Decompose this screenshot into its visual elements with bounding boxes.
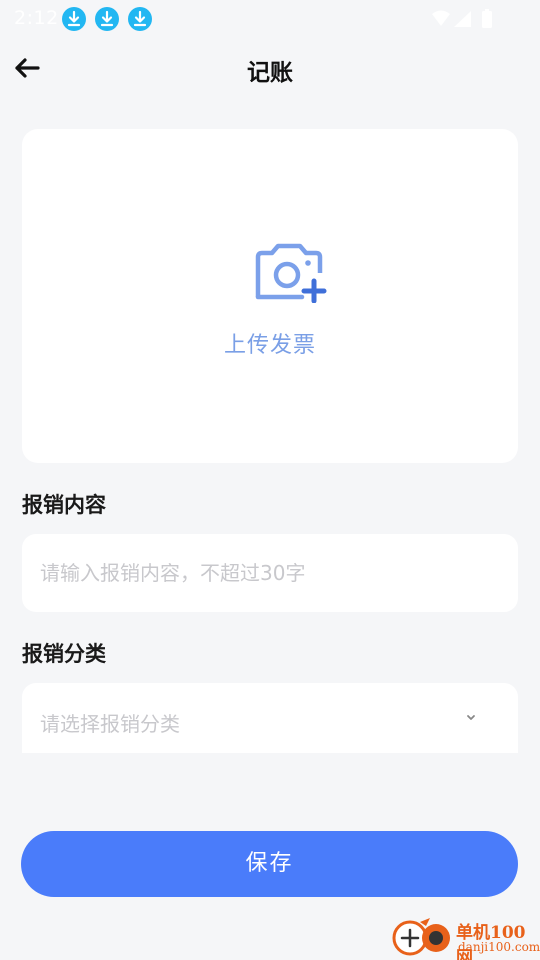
app-header: 记账 <box>0 40 540 96</box>
watermark-logo-icon <box>392 918 450 956</box>
status-bar: 2:12 <box>0 0 540 36</box>
watermark: 单机100网 danji100.com <box>390 912 540 960</box>
camera-plus-icon <box>255 243 327 303</box>
watermark-url: danji100.com <box>458 940 540 954</box>
download-icon <box>128 7 152 31</box>
save-button[interactable]: 保存 <box>21 831 518 897</box>
download-icon <box>95 7 119 31</box>
battery-icon <box>482 11 492 28</box>
content-field <box>22 534 518 612</box>
content-input[interactable] <box>22 534 518 612</box>
category-select[interactable]: 请选择报销分类 <box>22 683 518 753</box>
system-status-icons <box>430 8 500 30</box>
upload-invoice-label: 上传发票 <box>223 333 316 358</box>
chevron-down-icon <box>467 715 475 720</box>
category-placeholder: 请选择报销分类 <box>40 712 180 736</box>
screen: 2:12 记账 上传发票 报销内容 请输入报销内容，不超过30字 报销分类 请选… <box>0 0 540 960</box>
upload-invoice-card[interactable]: 上传发票 <box>22 129 518 463</box>
status-time: 2:12 <box>14 7 59 29</box>
page-title: 记账 <box>247 60 293 86</box>
content-label: 报销内容 <box>22 493 106 517</box>
download-icon <box>62 7 86 31</box>
wifi-icon <box>432 10 450 26</box>
signal-icon <box>454 11 471 27</box>
category-label: 报销分类 <box>22 642 106 666</box>
